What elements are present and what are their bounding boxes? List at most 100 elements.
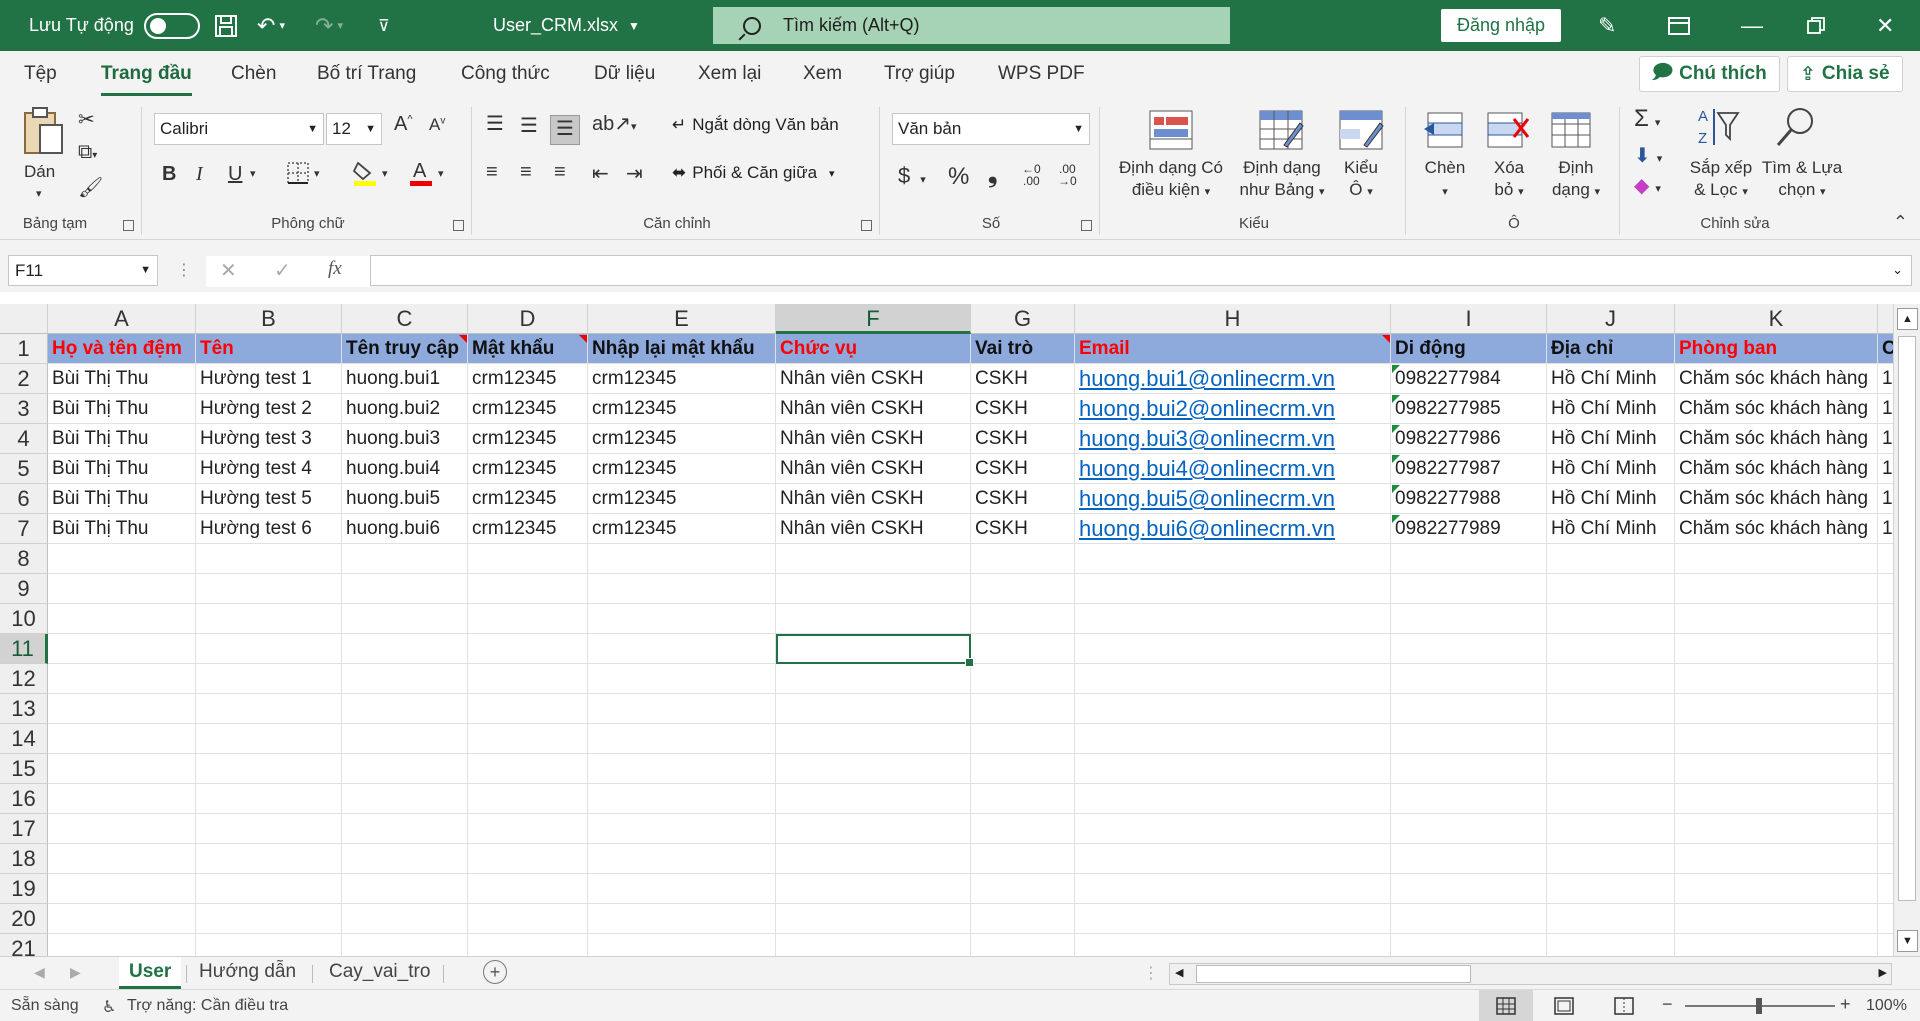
cell[interactable] (776, 544, 971, 574)
cell[interactable] (342, 664, 468, 694)
data-cell[interactable]: huong.bui5 (342, 484, 468, 514)
cell[interactable] (971, 844, 1075, 874)
comma-icon[interactable]: ❟ (988, 161, 997, 189)
cell[interactable] (588, 754, 776, 784)
cell[interactable] (1391, 604, 1547, 634)
data-cell[interactable]: CSKH (971, 514, 1075, 544)
column-header-g[interactable]: G (971, 304, 1075, 334)
data-cell[interactable]: crm12345 (468, 394, 588, 424)
row-header-15[interactable]: 15 (0, 754, 48, 784)
zoom-level[interactable]: 100% (1866, 997, 1907, 1015)
cell[interactable] (1675, 874, 1878, 904)
fill-color-icon[interactable] (352, 159, 378, 193)
cell[interactable] (971, 664, 1075, 694)
header-cell[interactable]: Tên truy cập (342, 334, 468, 364)
cell[interactable] (971, 934, 1075, 956)
number-dialog-launcher[interactable] (1081, 220, 1092, 231)
cell[interactable] (971, 874, 1075, 904)
cell[interactable] (588, 694, 776, 724)
tab-data[interactable]: Dữ liệu (594, 63, 655, 85)
data-cell[interactable]: Nhân viên CSKH (776, 424, 971, 454)
data-cell[interactable]: 0982277986 (1391, 424, 1547, 454)
zoom-out-button[interactable]: − (1662, 994, 1673, 1015)
cell[interactable] (48, 544, 196, 574)
cell[interactable] (588, 604, 776, 634)
cell[interactable] (776, 844, 971, 874)
prev-sheet-icon[interactable]: ◀ (34, 964, 45, 981)
row-header-21[interactable]: 21 (0, 934, 48, 956)
cell[interactable] (1075, 664, 1391, 694)
data-cell[interactable]: Bùi Thị Thu (48, 514, 196, 544)
row-header-14[interactable]: 14 (0, 724, 48, 754)
tab-page-layout[interactable]: Bố trí Trang (317, 63, 416, 85)
cell[interactable] (48, 874, 196, 904)
undo-icon[interactable]: ↶ ▾ (257, 0, 285, 51)
data-cell[interactable]: Bùi Thị Thu (48, 364, 196, 394)
row-header-1[interactable]: 1 (0, 334, 48, 364)
cell[interactable] (48, 664, 196, 694)
data-cell[interactable]: Bùi Thị Thu (48, 394, 196, 424)
cell[interactable] (1547, 694, 1675, 724)
cell[interactable] (1675, 844, 1878, 874)
data-cell[interactable]: Nhân viên CSKH (776, 364, 971, 394)
cell[interactable] (342, 874, 468, 904)
cell[interactable] (1075, 754, 1391, 784)
copy-icon[interactable]: ⧉▾ (78, 141, 97, 164)
cell[interactable] (588, 544, 776, 574)
cell[interactable] (1075, 934, 1391, 956)
sign-in-button[interactable]: Đăng nhập (1441, 9, 1561, 42)
italic-button[interactable]: I (196, 163, 203, 186)
cell[interactable] (1547, 784, 1675, 814)
email-link[interactable]: huong.bui5@onlinecrm.vn (1075, 484, 1391, 514)
data-cell[interactable]: crm12345 (588, 484, 776, 514)
cell[interactable] (588, 844, 776, 874)
cell[interactable] (1391, 574, 1547, 604)
cell[interactable] (342, 754, 468, 784)
insert-cells-label[interactable]: Chèn ▾ (1422, 157, 1468, 203)
cell[interactable] (342, 724, 468, 754)
decrease-indent-icon[interactable]: ⇤ (592, 161, 609, 186)
share-button[interactable]: ⇪ Chia sẻ (1787, 56, 1903, 92)
number-format-select[interactable]: Văn bản ▼ (892, 113, 1090, 145)
chevron-down-icon[interactable]: ▾ (382, 167, 388, 180)
cell[interactable] (468, 664, 588, 694)
function-icon[interactable]: fx (328, 258, 342, 280)
sort-filter-label[interactable]: Sắp xếp & Lọc ▾ (1686, 157, 1756, 203)
cell[interactable] (588, 634, 776, 664)
email-link[interactable]: huong.bui3@onlinecrm.vn (1075, 424, 1391, 454)
data-cell[interactable]: 0982277984 (1391, 364, 1547, 394)
shrink-font-icon[interactable]: Av (429, 115, 445, 135)
data-cell[interactable]: Chăm sóc khách hàng (1675, 454, 1878, 484)
redo-icon[interactable]: ↷ ▾ (315, 0, 343, 51)
data-cell[interactable]: huong.bui4 (342, 454, 468, 484)
cell[interactable] (468, 574, 588, 604)
data-cell[interactable]: crm12345 (588, 364, 776, 394)
cell[interactable] (196, 694, 342, 724)
cell[interactable] (776, 784, 971, 814)
cancel-icon[interactable]: ✕ (220, 258, 237, 283)
cell[interactable] (196, 634, 342, 664)
cell[interactable] (971, 754, 1075, 784)
restore-icon[interactable] (1807, 0, 1825, 51)
cell[interactable] (588, 784, 776, 814)
cell[interactable] (1675, 934, 1878, 956)
cell[interactable] (971, 604, 1075, 634)
column-header-c[interactable]: C (342, 304, 468, 334)
cell[interactable] (342, 814, 468, 844)
conditional-formatting-icon[interactable] (1148, 109, 1194, 157)
cell[interactable] (776, 724, 971, 754)
row-header-10[interactable]: 10 (0, 604, 48, 634)
cell[interactable] (971, 544, 1075, 574)
cell[interactable] (1547, 634, 1675, 664)
cell[interactable] (1391, 724, 1547, 754)
cell[interactable] (1391, 784, 1547, 814)
cell[interactable] (1547, 814, 1675, 844)
cell[interactable] (1675, 724, 1878, 754)
data-cell[interactable]: 0982277987 (1391, 454, 1547, 484)
enter-icon[interactable]: ✓ (274, 258, 291, 283)
zoom-slider-thumb[interactable] (1756, 998, 1762, 1014)
cell[interactable] (588, 574, 776, 604)
add-sheet-icon[interactable]: + (483, 960, 507, 984)
cell[interactable] (588, 814, 776, 844)
header-cell[interactable]: Email (1075, 334, 1391, 364)
